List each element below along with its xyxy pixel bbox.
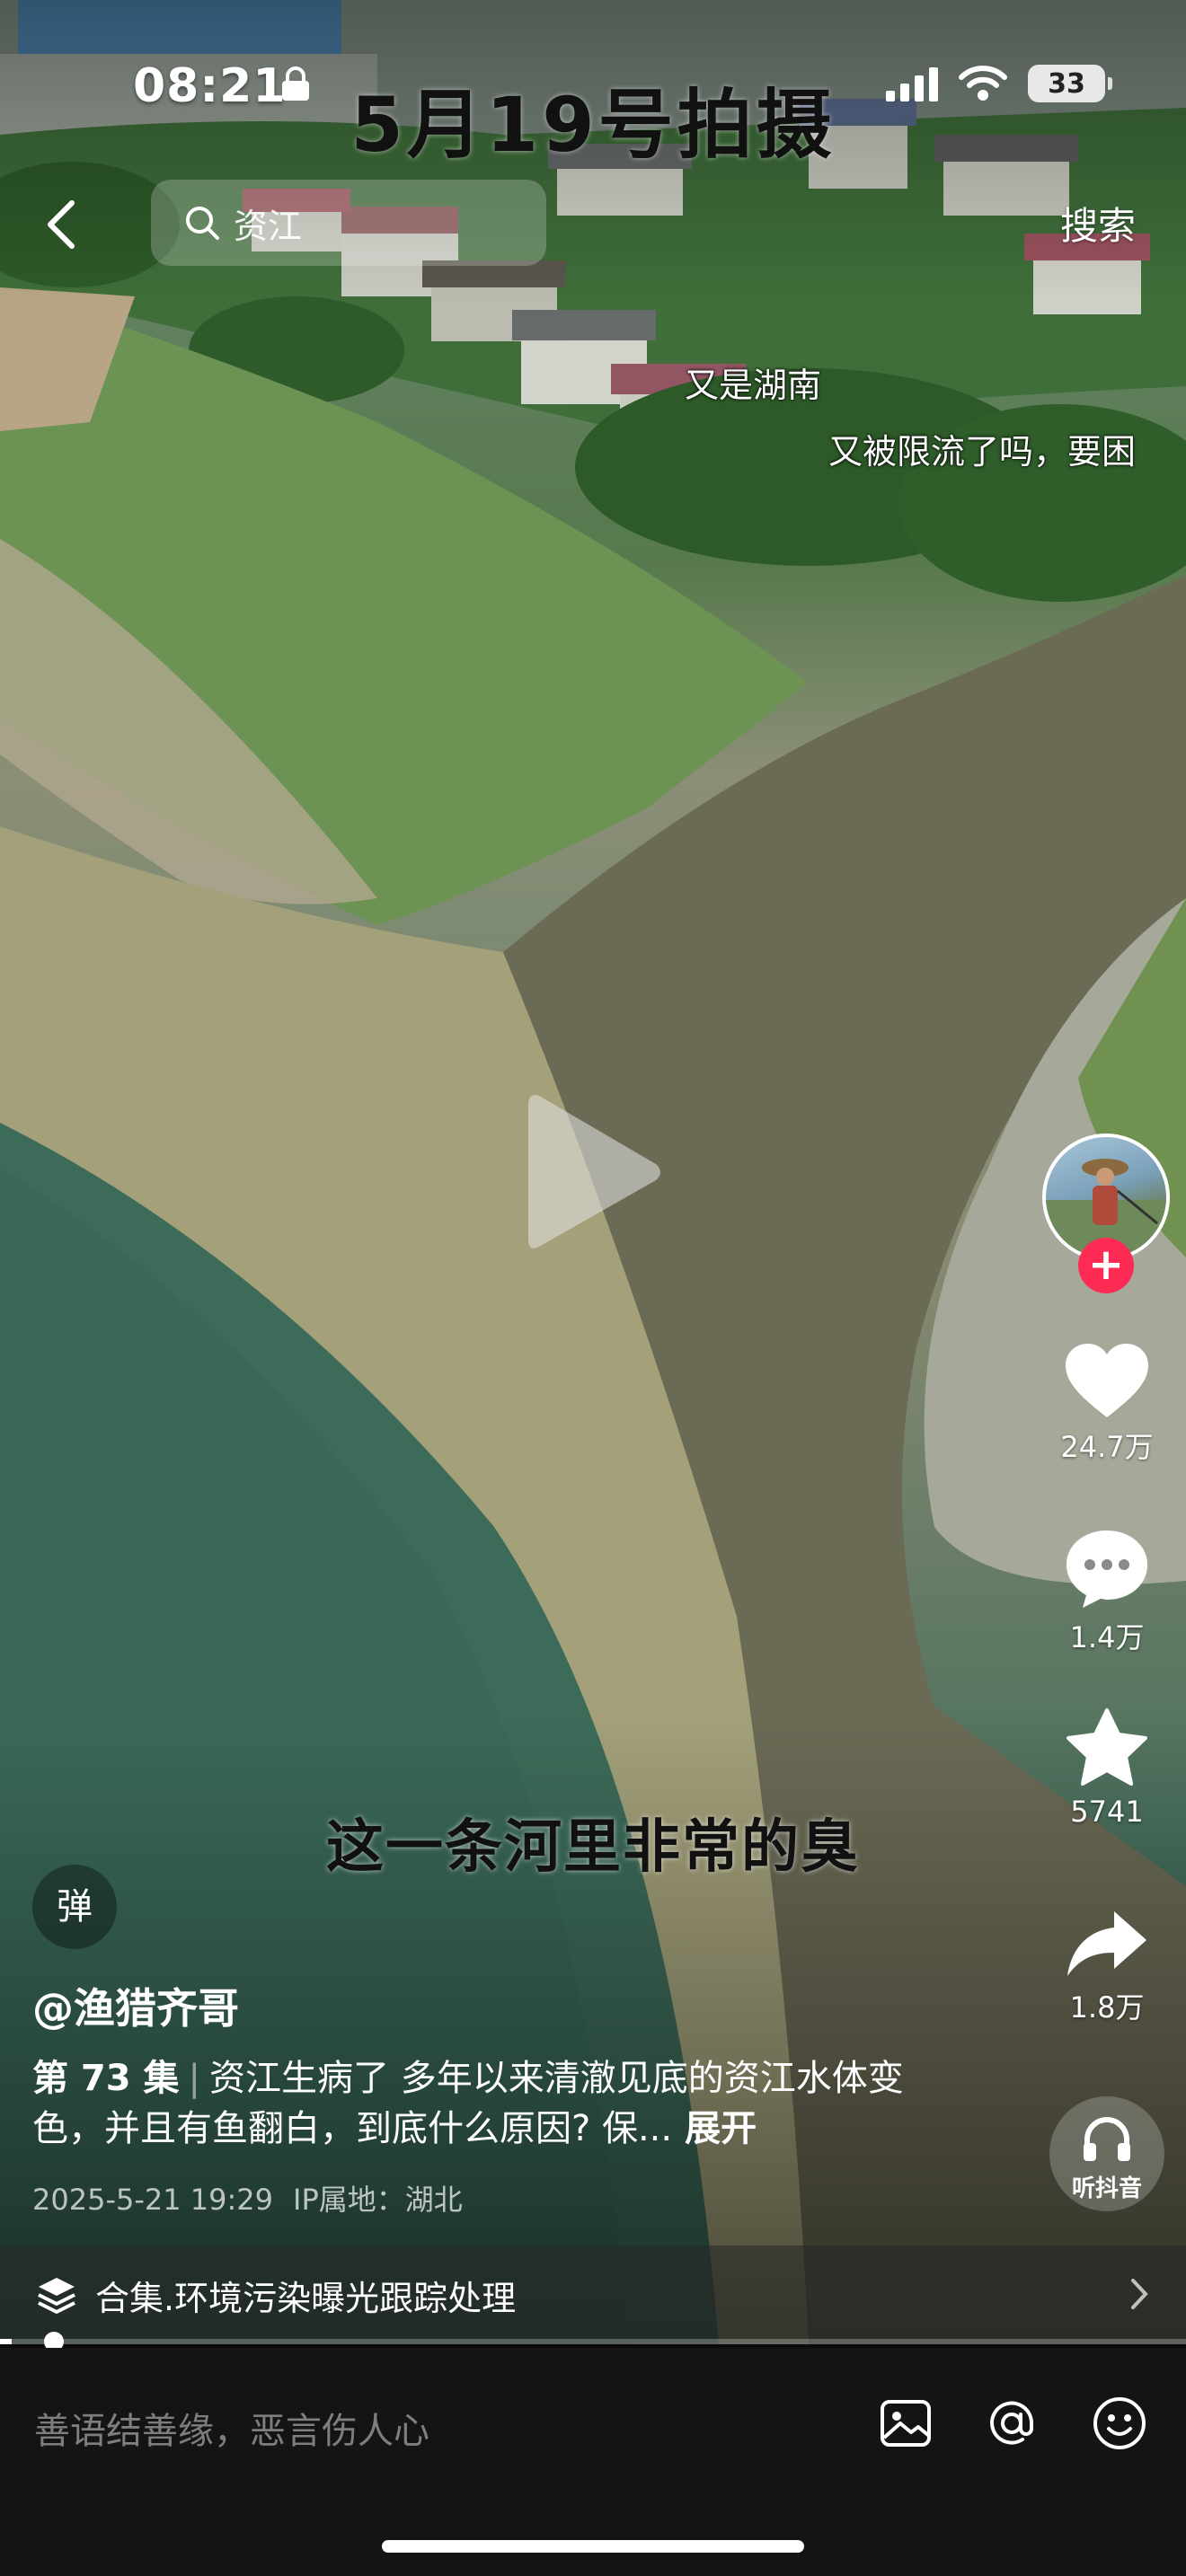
collection-label: 合集.环境污染曝光跟踪处理 bbox=[95, 2278, 517, 2318]
collection-bar[interactable]: 合集.环境污染曝光跟踪处理 bbox=[0, 2245, 1186, 2344]
search-button[interactable]: 搜索 bbox=[1060, 196, 1136, 251]
post-date: 2025-5-21 19:29 bbox=[32, 2183, 273, 2217]
comment-icon bbox=[1067, 1531, 1147, 1608]
danmaku-comment: 又被限流了吗，要困 bbox=[828, 432, 1137, 472]
play-icon[interactable] bbox=[521, 1087, 665, 1257]
like-count: 24.7万 bbox=[1060, 1430, 1154, 1464]
follow-button[interactable]: + bbox=[1078, 1238, 1134, 1293]
danmaku-toggle-button[interactable]: 弹 bbox=[32, 1865, 117, 1949]
image-icon[interactable] bbox=[877, 2395, 934, 2452]
video-subtitle: 这一条河里非常的臭 bbox=[326, 1814, 860, 1881]
author-avatar-group[interactable]: + bbox=[1042, 1134, 1170, 1293]
headphones-icon bbox=[1084, 2117, 1130, 2161]
back-icon[interactable] bbox=[43, 198, 79, 251]
heart-icon bbox=[1066, 1344, 1148, 1417]
episode-label: 第 73 集 bbox=[32, 2058, 180, 2099]
expand-link[interactable]: 展开 bbox=[685, 2108, 757, 2149]
comment-input[interactable]: 善语结善缘，恶言伤人心 bbox=[34, 2402, 429, 2454]
post-meta: 2025-5-21 19:29 IP属地：湖北 bbox=[32, 2177, 463, 2219]
chevron-right-icon bbox=[1131, 2279, 1148, 2309]
caption-separator: | bbox=[188, 2058, 200, 2099]
author-name[interactable]: @渔猎齐哥 bbox=[32, 1976, 239, 2035]
home-indicator[interactable] bbox=[382, 2540, 804, 2553]
like-button[interactable]: 24.7万 bbox=[1051, 1342, 1163, 1466]
search-icon bbox=[186, 207, 219, 240]
comment-button[interactable]: 1.4万 bbox=[1051, 1527, 1163, 1656]
star-icon bbox=[1067, 1708, 1147, 1786]
listen-button[interactable]: 听抖音 bbox=[1049, 2096, 1164, 2211]
search-query: 资江 bbox=[234, 206, 303, 246]
danmaku-comment: 又是湖南 bbox=[685, 366, 822, 405]
comment-count: 1.4万 bbox=[1069, 1620, 1145, 1654]
share-icon bbox=[1067, 1911, 1146, 1976]
emoji-icon[interactable] bbox=[1091, 2395, 1148, 2452]
share-button[interactable]: 1.8万 bbox=[1051, 1908, 1163, 2026]
share-count: 1.8万 bbox=[1069, 1990, 1145, 2025]
video-date-overlay: 5月19号拍摄 bbox=[350, 81, 836, 169]
post-caption[interactable]: 第 73 集 | 资江生病了 多年以来清澈见底的资江水体变色，并且有鱼翻白，到底什么… bbox=[32, 2053, 931, 2154]
layers-icon bbox=[38, 2278, 75, 2314]
at-icon[interactable] bbox=[983, 2395, 1040, 2452]
comment-bar: 善语结善缘，恶言伤人心 bbox=[0, 2348, 1186, 2576]
listen-label: 听抖音 bbox=[1071, 2175, 1142, 2202]
progress-fill bbox=[0, 2339, 13, 2344]
search-bar[interactable]: 资江 bbox=[151, 180, 546, 266]
ip-location: IP属地：湖北 bbox=[293, 2183, 463, 2217]
playback-progress[interactable] bbox=[0, 2332, 1186, 2351]
